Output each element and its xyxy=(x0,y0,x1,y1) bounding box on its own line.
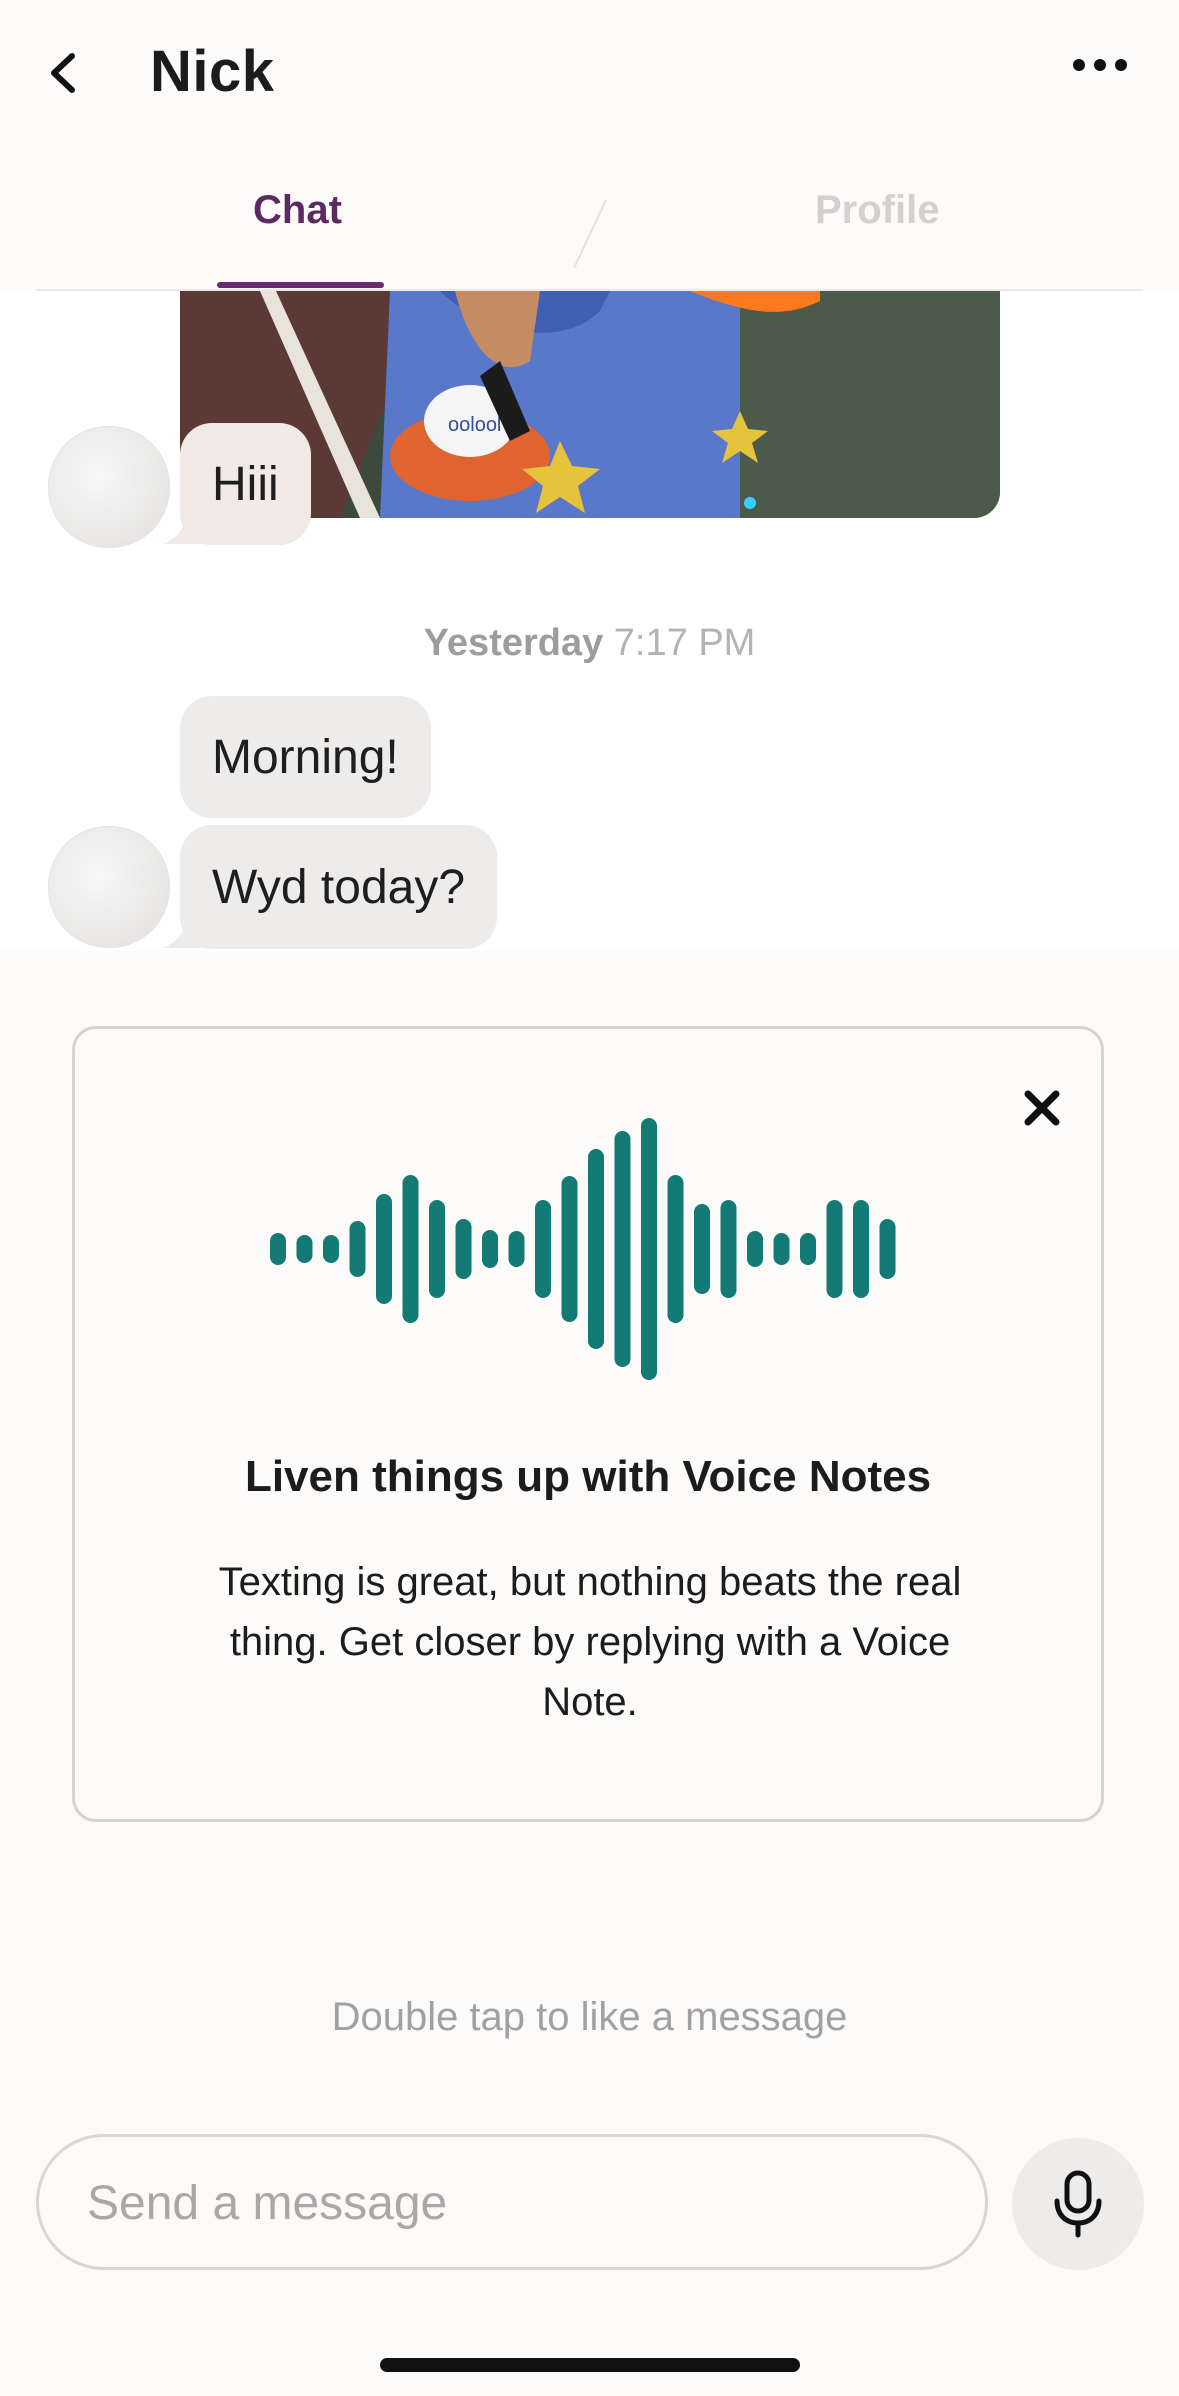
close-icon[interactable] xyxy=(1020,1086,1064,1130)
wave-bar xyxy=(376,1194,392,1304)
back-chevron-icon[interactable] xyxy=(40,48,90,98)
tab-chat[interactable]: Chat xyxy=(253,188,342,233)
active-tab-indicator xyxy=(217,282,384,288)
wave-bar xyxy=(296,1235,313,1263)
card-body: Texting is great, but nothing beats the … xyxy=(218,1560,962,1724)
message-text: Morning! xyxy=(212,730,399,784)
like-hint: Double tap to like a message xyxy=(331,1995,848,2039)
message-bubble[interactable]: Morning! xyxy=(180,696,431,818)
wave-bar xyxy=(482,1230,498,1268)
wave-bar xyxy=(614,1131,631,1367)
wave-bar xyxy=(667,1175,684,1323)
wave-bar xyxy=(720,1200,737,1298)
message-bubble[interactable]: Wyd today? xyxy=(180,825,498,949)
wave-bar xyxy=(588,1149,604,1349)
avatar[interactable] xyxy=(48,426,170,548)
wave-bar xyxy=(402,1175,419,1323)
microphone-icon xyxy=(1054,2170,1102,2238)
wave-bar xyxy=(323,1235,339,1263)
timestamp-time: 7:17 PM xyxy=(613,622,756,664)
wave-bar xyxy=(879,1219,896,1279)
card-title: Liven things up with Voice Notes xyxy=(244,1452,932,1501)
tab-profile[interactable]: Profile xyxy=(815,188,939,233)
message-text: Hiii xyxy=(212,457,279,511)
wave-bar xyxy=(694,1204,710,1294)
timestamp-day: Yesterday xyxy=(423,622,604,664)
wave-bar xyxy=(747,1231,763,1267)
message-composer xyxy=(36,2134,988,2270)
wave-bar xyxy=(455,1219,472,1279)
more-options-icon[interactable] xyxy=(1070,52,1130,78)
home-indicator xyxy=(380,2358,800,2372)
wave-bar xyxy=(535,1200,551,1298)
voice-note-button[interactable] xyxy=(1012,2138,1144,2270)
message-text: Wyd today? xyxy=(212,860,466,914)
wave-bar xyxy=(349,1221,366,1277)
wave-bar xyxy=(508,1231,525,1267)
contact-name: Nick xyxy=(150,39,275,104)
wave-bar xyxy=(270,1233,286,1265)
wave-bar xyxy=(641,1118,657,1380)
wave-bar xyxy=(800,1233,816,1265)
message-input[interactable] xyxy=(85,2137,929,2269)
wave-bar xyxy=(773,1233,790,1265)
wave-bar xyxy=(826,1200,843,1298)
wave-bar xyxy=(429,1200,445,1298)
svg-text:oolool: oolool xyxy=(448,414,501,436)
avatar[interactable] xyxy=(48,826,170,948)
sound-wave-icon xyxy=(270,1118,910,1380)
wave-bar xyxy=(853,1200,869,1298)
wave-bar xyxy=(561,1176,578,1322)
tab-divider xyxy=(570,198,610,270)
message-timestamp: Yesterday 7:17 PM xyxy=(0,622,1179,665)
message-bubble[interactable]: Hiii xyxy=(180,423,311,545)
